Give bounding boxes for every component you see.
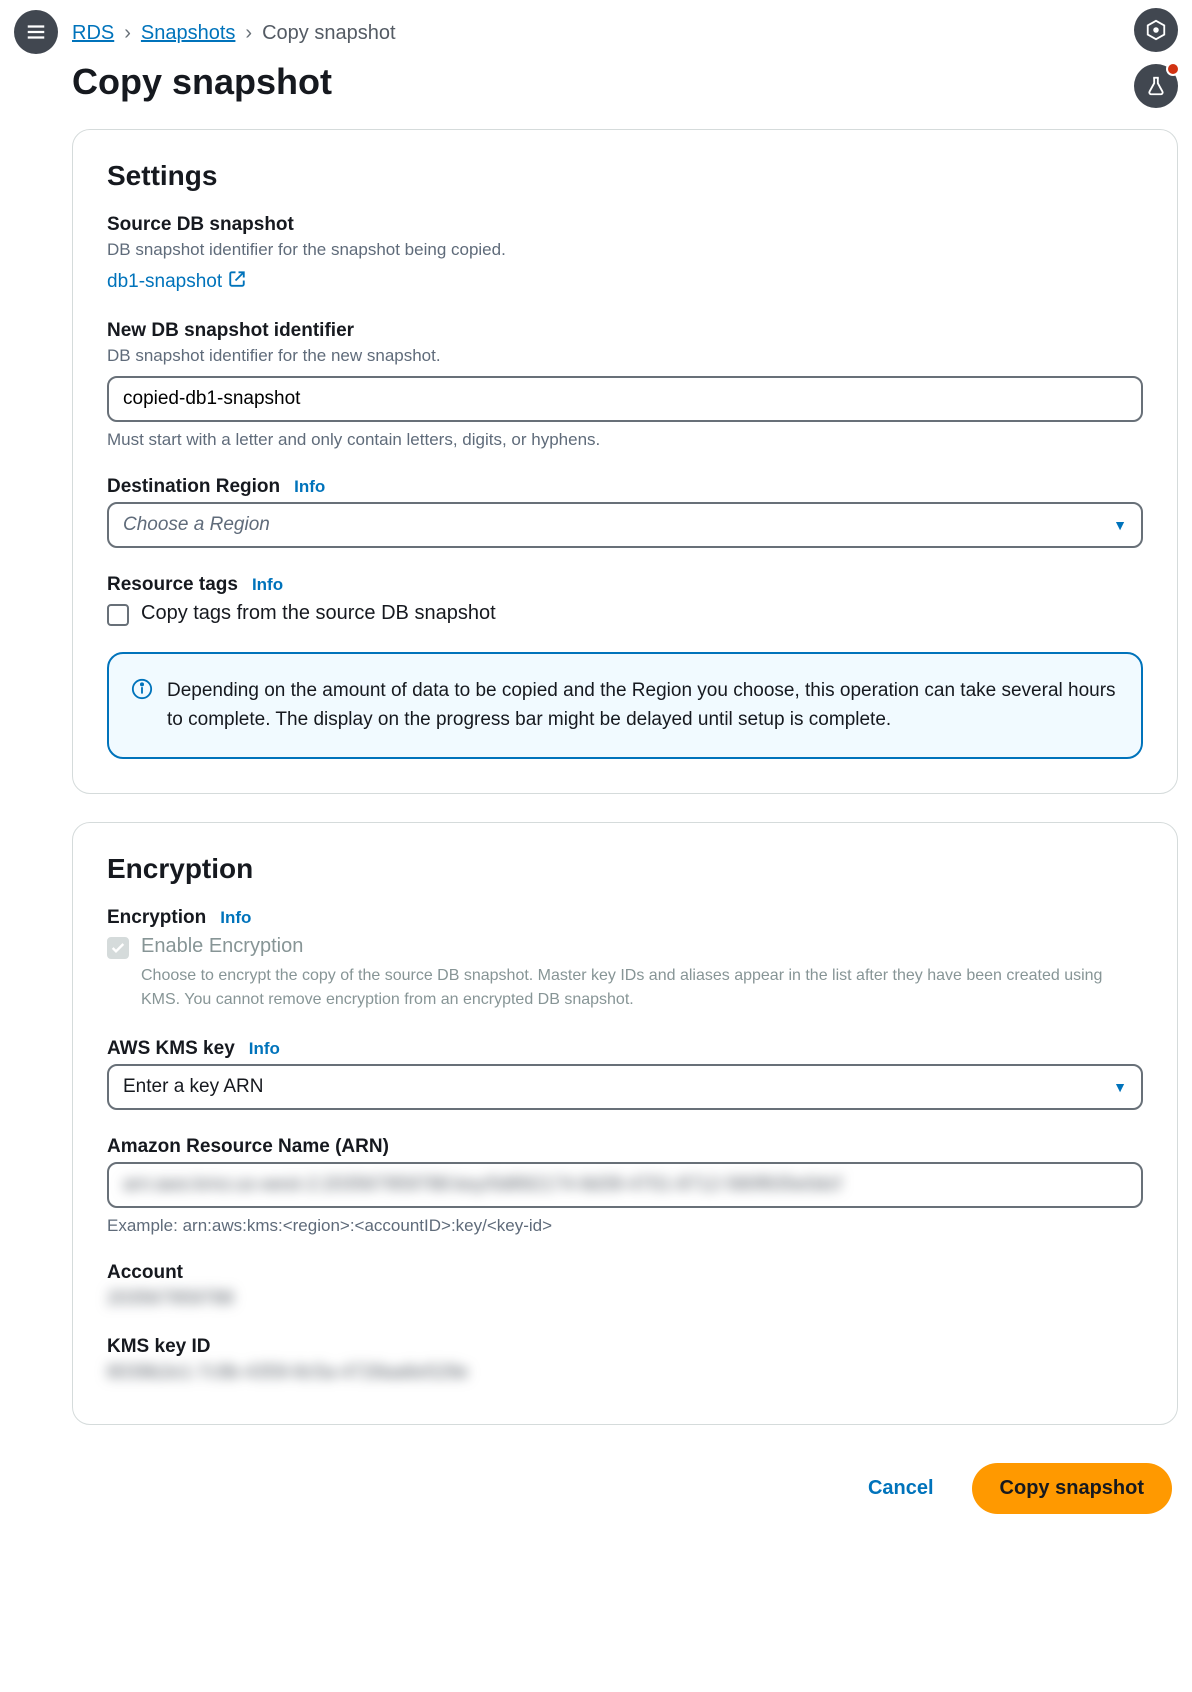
encryption-info-link[interactable]: Info	[220, 908, 251, 928]
kms-key-value: Enter a key ARN	[123, 1076, 263, 1098]
hamburger-icon	[25, 21, 47, 43]
footer-actions: Cancel Copy snapshot	[72, 1453, 1178, 1544]
account-label: Account	[107, 1262, 1143, 1284]
kms-key-id-label: KMS key ID	[107, 1336, 1143, 1358]
arn-input[interactable]: arn:aws:kms:us-west-2:203567959788:key/0…	[123, 1174, 1127, 1196]
arn-label: Amazon Resource Name (ARN)	[107, 1136, 1143, 1158]
info-icon	[131, 678, 153, 735]
encryption-heading: Encryption	[107, 853, 1143, 885]
caret-down-icon: ▼	[1113, 517, 1127, 533]
caret-down-icon: ▼	[1113, 1079, 1127, 1095]
breadcrumb-current: Copy snapshot	[262, 22, 395, 45]
encryption-panel: Encryption Encryption Info Enable Encryp…	[72, 822, 1178, 1425]
new-id-label: New DB snapshot identifier	[107, 320, 1143, 342]
region-info-link[interactable]: Info	[294, 477, 325, 497]
menu-button[interactable]	[14, 10, 58, 54]
flask-icon	[1145, 75, 1167, 97]
source-snapshot-link-text: db1-snapshot	[107, 271, 222, 293]
breadcrumb: RDS › Snapshots › Copy snapshot	[72, 0, 1178, 45]
encryption-label: Encryption	[107, 907, 206, 929]
page-title: Copy snapshot	[72, 61, 1178, 103]
tags-label: Resource tags	[107, 574, 238, 596]
new-id-input[interactable]	[107, 376, 1143, 422]
kms-info-link[interactable]: Info	[249, 1039, 280, 1059]
breadcrumb-snapshots[interactable]: Snapshots	[141, 22, 236, 45]
copy-tags-checkbox[interactable]	[107, 604, 129, 626]
experiments-button[interactable]	[1134, 64, 1178, 108]
region-label: Destination Region	[107, 476, 280, 498]
source-snapshot-label: Source DB snapshot	[107, 214, 1143, 236]
new-id-desc: DB snapshot identifier for the new snaps…	[107, 346, 1143, 366]
copy-tags-label: Copy tags from the source DB snapshot	[141, 602, 496, 625]
new-id-hint: Must start with a letter and only contai…	[107, 430, 1143, 450]
enable-encryption-label: Enable Encryption	[141, 935, 1143, 958]
copy-snapshot-button[interactable]: Copy snapshot	[972, 1463, 1172, 1514]
region-placeholder: Choose a Region	[123, 514, 270, 536]
source-snapshot-link[interactable]: db1-snapshot	[107, 270, 246, 294]
breadcrumb-rds[interactable]: RDS	[72, 22, 114, 45]
settings-panel: Settings Source DB snapshot DB snapshot …	[72, 129, 1178, 794]
settings-heading: Settings	[107, 160, 1143, 192]
enable-encryption-checkbox	[107, 937, 129, 959]
source-snapshot-desc: DB snapshot identifier for the snapshot …	[107, 240, 1143, 260]
tags-info-link[interactable]: Info	[252, 575, 283, 595]
chevron-right-icon: ›	[124, 22, 131, 45]
enable-encryption-desc: Choose to encrypt the copy of the source…	[141, 964, 1143, 1012]
hexagon-icon	[1145, 19, 1167, 41]
kms-key-id-value: 8039b2e1-7c9b-4359-8c5a-4728aa6e529e	[107, 1362, 1143, 1384]
resource-groups-button[interactable]	[1134, 8, 1178, 52]
external-link-icon	[228, 270, 246, 294]
kms-key-select[interactable]: Enter a key ARN ▼	[107, 1064, 1143, 1110]
notification-dot-icon	[1166, 62, 1180, 76]
chevron-right-icon: ›	[245, 22, 252, 45]
cancel-button[interactable]: Cancel	[850, 1465, 952, 1512]
account-value: 203567959788	[107, 1288, 1143, 1310]
kms-key-label: AWS KMS key	[107, 1038, 235, 1060]
info-alert-text: Depending on the amount of data to be co…	[167, 676, 1119, 735]
arn-hint: Example: arn:aws:kms:<region>:<accountID…	[107, 1216, 1143, 1236]
region-select[interactable]: Choose a Region ▼	[107, 502, 1143, 548]
info-alert: Depending on the amount of data to be co…	[107, 652, 1143, 759]
